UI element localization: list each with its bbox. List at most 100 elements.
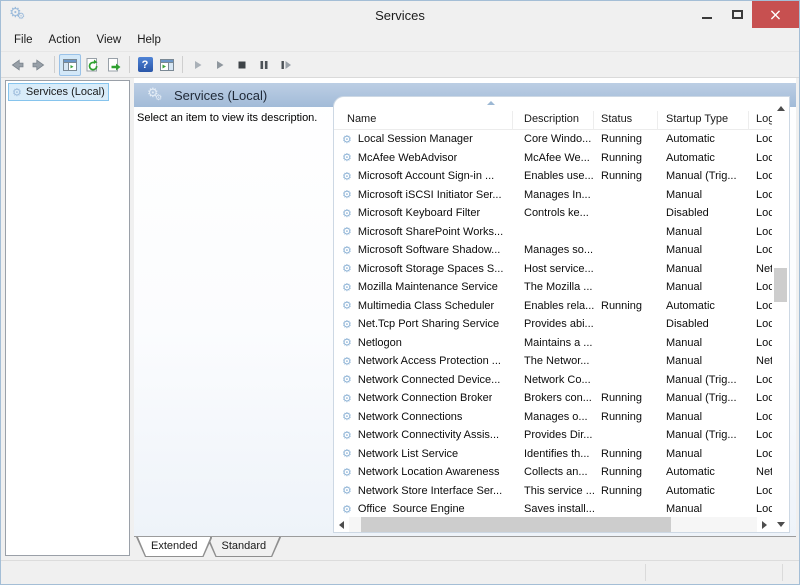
resume-service-button[interactable] — [209, 54, 231, 76]
service-gear-icon: ⚙ — [342, 134, 352, 145]
service-row[interactable]: ⚙ Network Location Awareness Collects an… — [334, 463, 772, 482]
service-status: Running — [594, 152, 658, 164]
service-name: Net.Tcp Port Sharing Service — [358, 318, 499, 330]
service-row[interactable]: ⚙ Office Source Engine Saves install... … — [334, 500, 772, 517]
column-header-status[interactable]: Status — [594, 111, 658, 130]
service-startup-type: Automatic — [658, 133, 749, 145]
help-button[interactable]: ? — [134, 54, 156, 76]
service-gear-icon: ⚙ — [342, 300, 352, 311]
description-hint: Select an item to view its description. — [137, 112, 317, 124]
service-row[interactable]: ⚙ Network List Service Identifies th... … — [334, 445, 772, 464]
menu-item[interactable]: View — [89, 29, 130, 51]
tab-standard[interactable]: Standard — [206, 537, 281, 557]
service-name-cell: ⚙ Network Connection Broker — [334, 392, 513, 404]
service-status: Running — [594, 448, 658, 460]
service-row[interactable]: ⚙ Microsoft SharePoint Works... Manual L… — [334, 223, 772, 242]
service-row[interactable]: ⚙ Microsoft iSCSI Initiator Ser... Manag… — [334, 186, 772, 205]
scroll-down-button[interactable] — [772, 517, 789, 531]
service-row[interactable]: ⚙ Network Connectivity Assis... Provides… — [334, 426, 772, 445]
service-log-on-as: Loc — [749, 152, 772, 164]
service-row[interactable]: ⚙ Microsoft Account Sign-in ... Enables … — [334, 167, 772, 186]
status-bar-separator — [782, 564, 783, 581]
console-tree: ⚙ Services (Local) — [5, 80, 130, 556]
service-startup-type: Automatic — [658, 466, 749, 478]
service-log-on-as: Net — [749, 263, 772, 275]
help-icon: ? — [138, 57, 153, 72]
pause-service-icon — [256, 57, 272, 73]
service-gear-icon: ⚙ — [342, 374, 352, 385]
scroll-up-button[interactable] — [772, 101, 789, 115]
export-list-button[interactable] — [103, 54, 125, 76]
service-log-on-as: Loc — [749, 337, 772, 349]
show-action-pane-button[interactable] — [156, 54, 178, 76]
services-gear-icon: ⚙ ⚙ — [147, 87, 165, 103]
minimize-button[interactable] — [692, 1, 722, 28]
menu-item[interactable]: Help — [129, 29, 169, 51]
stop-service-button[interactable] — [231, 54, 253, 76]
column-header-log-on-as[interactable]: Log — [749, 111, 772, 130]
service-log-on-as: Loc — [749, 411, 772, 423]
service-log-on-as: Loc — [749, 170, 772, 182]
column-header-description[interactable]: Description — [513, 111, 594, 130]
services-window: ⚙ ⚙ Services × File Action View Help — [0, 0, 800, 585]
service-log-on-as: Loc — [749, 392, 772, 404]
refresh-button[interactable] — [81, 54, 103, 76]
service-name: Mozilla Maintenance Service — [358, 281, 498, 293]
service-name-cell: ⚙ Microsoft Software Shadow... — [334, 244, 513, 256]
horizontal-scroll-track[interactable] — [349, 517, 757, 532]
menu-item[interactable]: File — [6, 29, 41, 51]
service-row[interactable]: ⚙ Network Access Protection ... The Netw… — [334, 352, 772, 371]
column-header-name[interactable]: Name — [334, 111, 513, 130]
service-name: Network Connectivity Assis... — [358, 429, 499, 441]
service-row[interactable]: ⚙ Network Connection Broker Brokers con.… — [334, 389, 772, 408]
service-name-cell: ⚙ Network Connections — [334, 411, 513, 423]
service-gear-icon: ⚙ — [342, 467, 352, 478]
menu-item[interactable]: Action — [41, 29, 89, 51]
service-row[interactable]: ⚙ Microsoft Keyboard Filter Controls ke.… — [334, 204, 772, 223]
start-service-button[interactable] — [187, 54, 209, 76]
vertical-scroll-track[interactable] — [772, 115, 789, 517]
service-name: Multimedia Class Scheduler — [358, 300, 494, 312]
console-tree-pane: ⚙ Services (Local) — [1, 78, 134, 560]
service-name: Microsoft Account Sign-in ... — [358, 170, 494, 182]
vertical-scroll-thumb[interactable] — [774, 268, 787, 302]
service-status: Running — [594, 170, 658, 182]
pause-service-button[interactable] — [253, 54, 275, 76]
service-name-cell: ⚙ Net.Tcp Port Sharing Service — [334, 318, 513, 330]
back-button[interactable] — [6, 54, 28, 76]
service-startup-type: Manual — [658, 263, 749, 275]
sidebar-item-services-local[interactable]: ⚙ Services (Local) — [8, 83, 109, 101]
service-name: Network Location Awareness — [358, 466, 500, 478]
service-startup-type: Automatic — [658, 152, 749, 164]
service-row[interactable]: ⚙ Netlogon Maintains a ... Manual Loc — [334, 334, 772, 353]
restart-service-icon — [278, 57, 294, 73]
maximize-button[interactable] — [722, 1, 752, 28]
service-row[interactable]: ⚙ Microsoft Software Shadow... Manages s… — [334, 241, 772, 260]
show-console-tree-button[interactable] — [59, 54, 81, 76]
service-name: Microsoft Storage Spaces S... — [358, 263, 504, 275]
window-controls: × — [692, 1, 799, 28]
service-name: Local Session Manager — [358, 133, 473, 145]
forward-button[interactable] — [28, 54, 50, 76]
horizontal-scroll-thumb[interactable] — [361, 517, 671, 532]
service-row[interactable]: ⚙ McAfee WebAdvisor McAfee We... Running… — [334, 149, 772, 168]
service-name: Microsoft SharePoint Works... — [358, 226, 503, 238]
service-row[interactable]: ⚙ Local Session Manager Core Windo... Ru… — [334, 130, 772, 149]
tab-extended[interactable]: Extended — [136, 537, 212, 557]
service-row[interactable]: ⚙ Multimedia Class Scheduler Enables rel… — [334, 297, 772, 316]
service-row[interactable]: ⚙ Net.Tcp Port Sharing Service Provides … — [334, 315, 772, 334]
service-row[interactable]: ⚙ Microsoft Storage Spaces S... Host ser… — [334, 260, 772, 279]
service-startup-type: Manual — [658, 244, 749, 256]
service-startup-type: Manual — [658, 411, 749, 423]
scroll-left-button[interactable] — [334, 517, 349, 532]
service-gear-icon: ⚙ — [342, 356, 352, 367]
column-header-startup-type[interactable]: Startup Type — [658, 111, 749, 130]
service-row[interactable]: ⚙ Network Connections Manages o... Runni… — [334, 408, 772, 427]
service-row[interactable]: ⚙ Network Connected Device... Network Co… — [334, 371, 772, 390]
scroll-right-button[interactable] — [757, 517, 772, 532]
close-button[interactable]: × — [752, 1, 799, 28]
service-row[interactable]: ⚙ Network Store Interface Ser... This se… — [334, 482, 772, 501]
service-row[interactable]: ⚙ Mozilla Maintenance Service The Mozill… — [334, 278, 772, 297]
service-description: Core Windo... — [513, 133, 594, 145]
restart-service-button[interactable] — [275, 54, 297, 76]
